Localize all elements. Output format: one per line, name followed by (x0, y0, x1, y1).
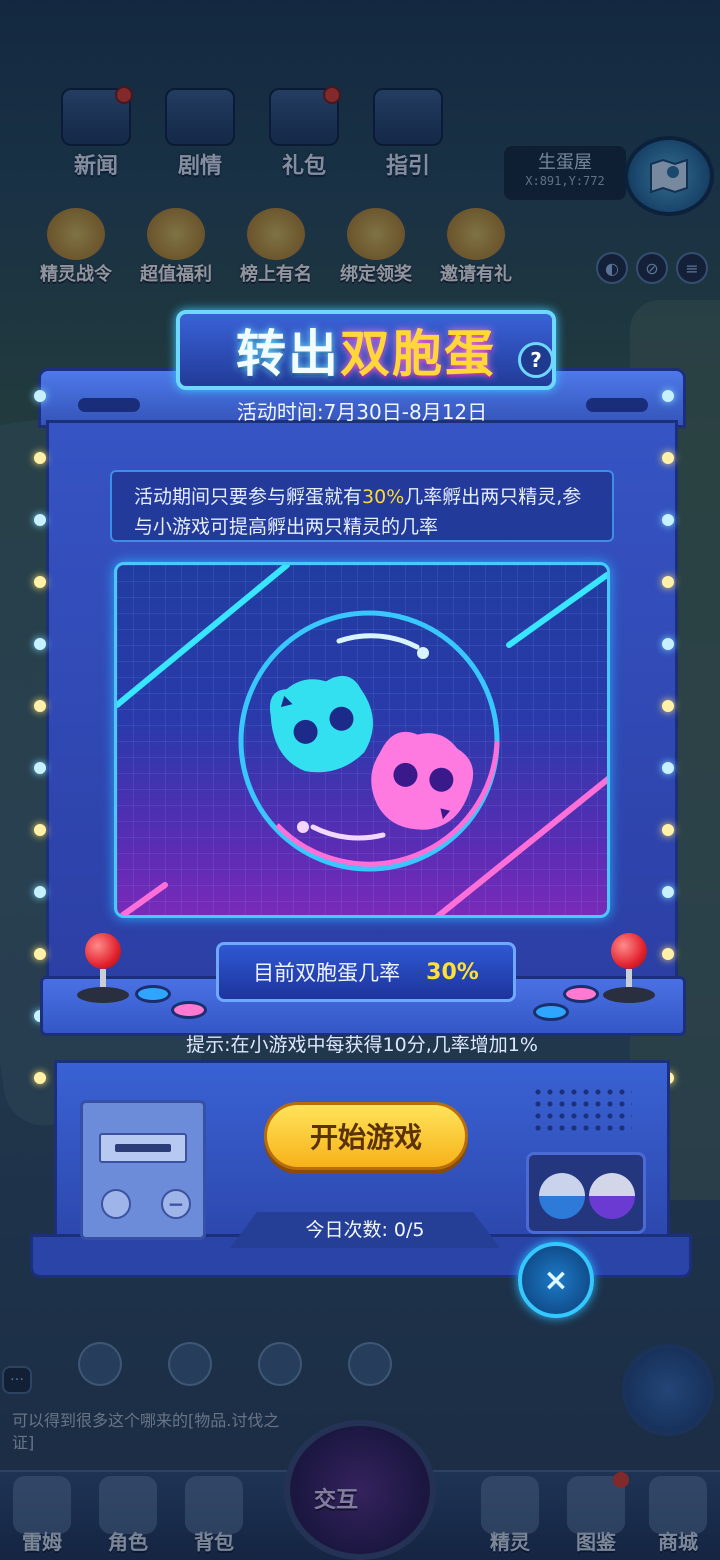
title-part1: 转出 (236, 325, 340, 383)
desc-highlight: 30% (362, 486, 405, 508)
title-part2: 双胞蛋 (340, 325, 496, 383)
event-time: 活动时间:7月30日-8月12日 (236, 400, 488, 424)
minus-icon: − (161, 1189, 191, 1219)
arcade-button-pink[interactable] (171, 1001, 207, 1019)
egg-tray (526, 1152, 646, 1234)
start-game-button[interactable]: 开始游戏 (264, 1102, 468, 1170)
arcade-button-blue[interactable] (135, 985, 171, 1003)
coin-slot (99, 1133, 187, 1163)
arcade-button-blue[interactable] (533, 1003, 569, 1021)
purple-egg-icon (589, 1173, 635, 1219)
rate-label: 目前双胞蛋几率 (253, 961, 401, 985)
popup-title-plate: 转出双胞蛋 (176, 310, 556, 390)
joystick-left[interactable] (77, 933, 129, 1003)
daily-count: 今日次数: 0/5 (230, 1212, 500, 1248)
speaker-grill (532, 1086, 632, 1134)
rate-value: 30% (426, 959, 479, 985)
blue-egg-icon (539, 1173, 585, 1219)
joystick-right[interactable] (603, 933, 655, 1003)
help-button[interactable]: ? (518, 342, 554, 378)
coin-slot-panel: − (80, 1100, 206, 1240)
arcade-button-pink[interactable] (563, 985, 599, 1003)
desc-text: 活动期间只要参与孵蛋就有 (134, 486, 363, 508)
coin-button (101, 1189, 131, 1219)
arcade-screen (114, 562, 610, 918)
close-button[interactable]: × (518, 1242, 594, 1318)
event-description: 活动期间只要参与孵蛋就有30%几率孵出两只精灵,参与小游戏可提高孵出两只精灵的几… (110, 470, 614, 542)
hint-text: 提示:在小游戏中每获得10分,几率增加1% (186, 1034, 538, 1056)
twin-egg-popup: 转出双胞蛋 ? 活动时间:7月30日-8月12日 活动期间只要参与孵蛋就有30%… (30, 310, 694, 1280)
twin-egg-artwork (117, 565, 607, 915)
popup-title: 转出双胞蛋 (236, 314, 496, 386)
twin-rate-panel: 目前双胞蛋几率 30% (216, 942, 516, 1002)
